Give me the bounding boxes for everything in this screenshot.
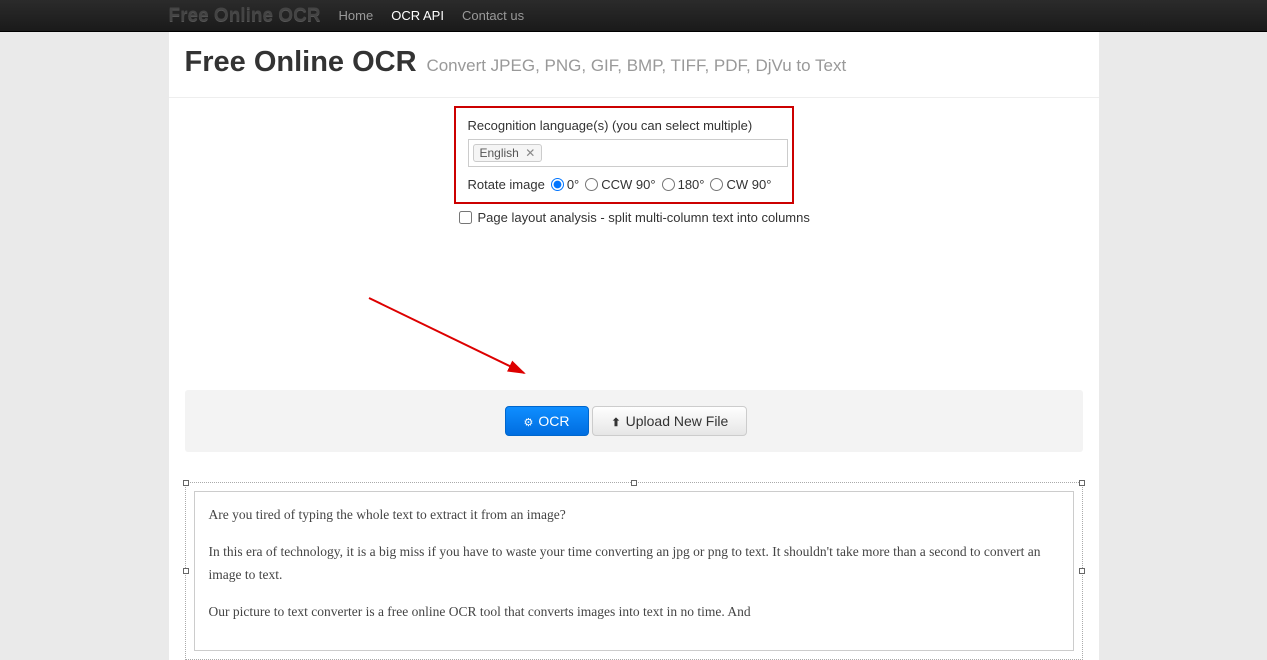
main-container: Free Online OCR Convert JPEG, PNG, GIF, …: [169, 32, 1099, 660]
page-header: Free Online OCR Convert JPEG, PNG, GIF, …: [169, 32, 1099, 98]
language-input[interactable]: English ✕: [468, 139, 788, 167]
preview-selection[interactable]: Are you tired of typing the whole text t…: [185, 482, 1083, 660]
rotate-row: Rotate image 0° CCW 90° 180° CW 90°: [468, 177, 780, 192]
language-tag[interactable]: English ✕: [473, 144, 543, 162]
nav-home[interactable]: Home: [339, 8, 374, 23]
preview-line: In this era of technology, it is a big m…: [209, 541, 1059, 587]
rotate-0[interactable]: 0°: [551, 177, 579, 192]
page-title: Free Online OCR: [185, 46, 417, 78]
resize-handle[interactable]: [1079, 480, 1085, 486]
page-subtitle: Convert JPEG, PNG, GIF, BMP, TIFF, PDF, …: [426, 56, 846, 75]
layout-checkbox-row[interactable]: Page layout analysis - split multi-colum…: [459, 210, 1099, 225]
preview-line: Are you tired of typing the whole text t…: [209, 504, 1059, 527]
upload-button[interactable]: Upload New File: [592, 406, 747, 436]
rotate-cw90[interactable]: CW 90°: [710, 177, 771, 192]
navbar: Free Online OCR Home OCR API Contact us: [0, 0, 1267, 32]
nav-ocr-api[interactable]: OCR API: [391, 8, 444, 23]
resize-handle[interactable]: [1079, 568, 1085, 574]
resize-handle[interactable]: [183, 480, 189, 486]
preview-content: Are you tired of typing the whole text t…: [194, 491, 1074, 651]
resize-handle[interactable]: [183, 568, 189, 574]
rotate-label: Rotate image: [468, 177, 545, 192]
gear-icon: [524, 413, 534, 429]
remove-language-icon[interactable]: ✕: [525, 146, 535, 160]
rotate-180[interactable]: 180°: [662, 177, 705, 192]
upload-icon: [611, 413, 620, 429]
button-bar: OCR Upload New File: [185, 390, 1083, 452]
annotation-arrow: [364, 293, 539, 388]
settings-box: Recognition language(s) (you can select …: [454, 106, 794, 204]
brand[interactable]: Free Online OCR: [169, 5, 321, 27]
language-label: Recognition language(s) (you can select …: [468, 118, 780, 133]
preview-line: Our picture to text converter is a free …: [209, 601, 1059, 624]
resize-handle[interactable]: [631, 480, 637, 486]
layout-checkbox[interactable]: [459, 211, 472, 224]
ocr-button[interactable]: OCR: [505, 406, 589, 436]
rotate-ccw90[interactable]: CCW 90°: [585, 177, 655, 192]
nav-contact[interactable]: Contact us: [462, 8, 524, 23]
